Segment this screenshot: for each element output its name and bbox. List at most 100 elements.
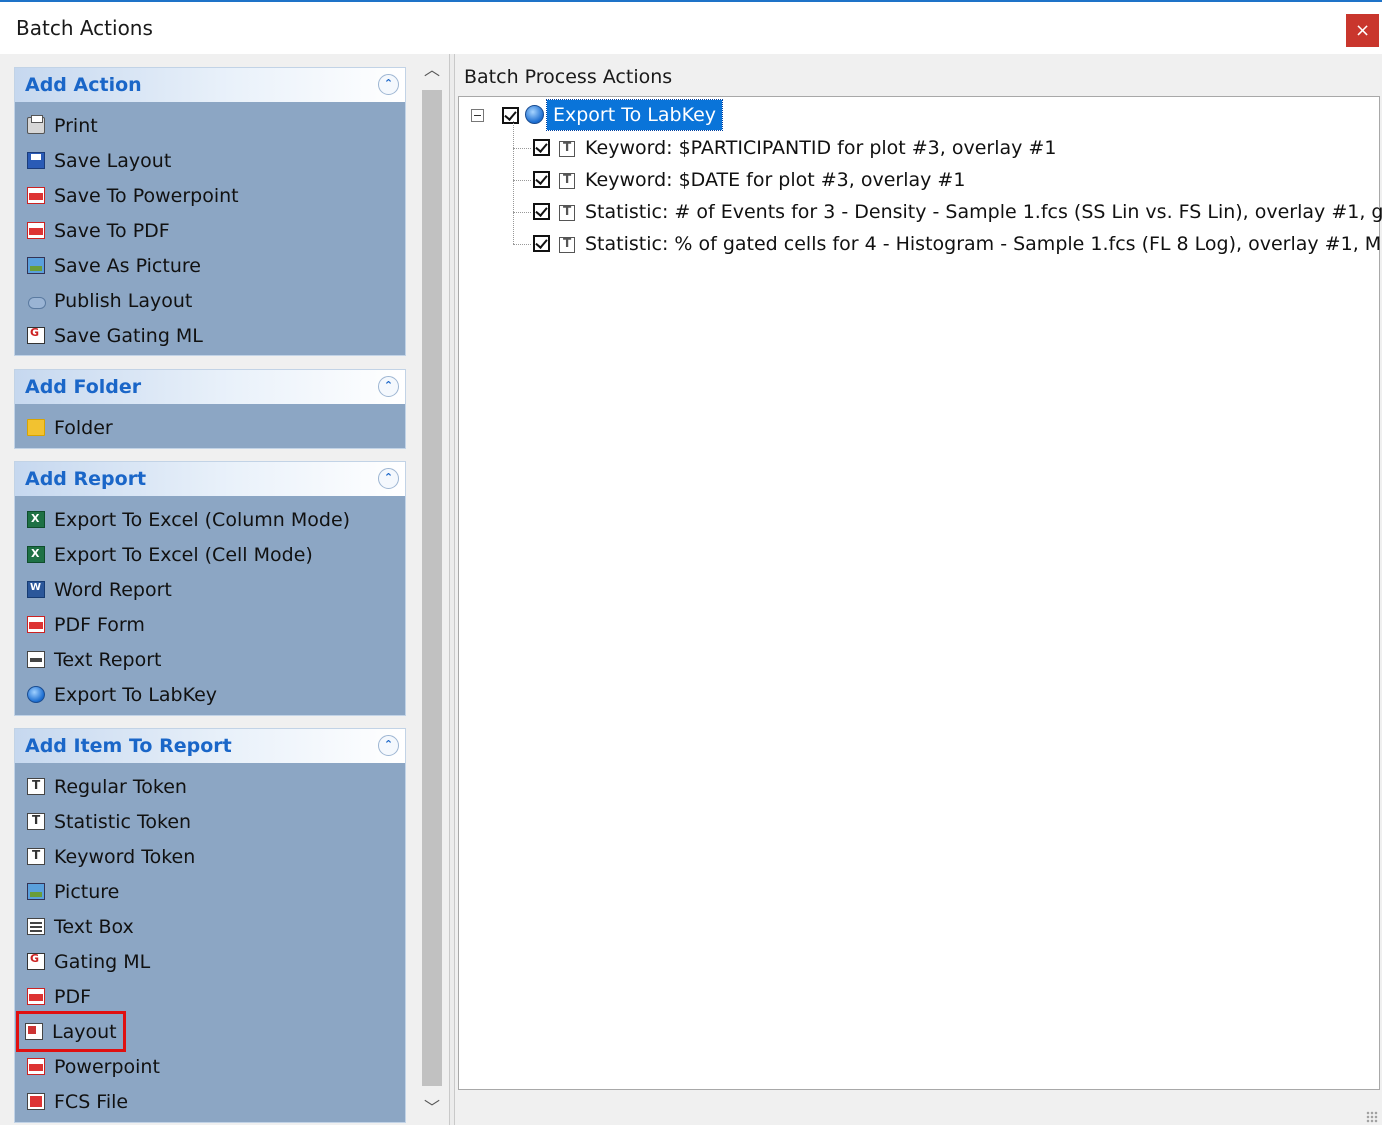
pdf-icon: [27, 222, 45, 239]
tree-connector: [513, 148, 531, 149]
item-label: PDF: [54, 985, 92, 1008]
gating-ml-icon: [27, 326, 45, 344]
item-label: Export To Excel (Column Mode): [54, 508, 351, 531]
panel-add-item-to-report: Add Item To Report ⌃ Regular Token Stati…: [14, 728, 406, 1123]
tree-child-item[interactable]: Keyword: $DATE for plot #3, overlay #1: [585, 166, 965, 194]
collapse-toggle-icon[interactable]: [471, 109, 484, 122]
tree-connector: [513, 212, 531, 213]
text-box-icon: [27, 918, 45, 935]
folder-icon: [27, 419, 45, 436]
gating-ml-icon: [27, 952, 45, 970]
collapse-icon[interactable]: ⌃: [378, 735, 399, 756]
pdf-icon: [27, 988, 45, 1005]
child-checkbox[interactable]: [533, 139, 550, 156]
item-label: Export To Excel (Cell Mode): [54, 543, 313, 566]
item-text-box[interactable]: Text Box: [15, 909, 405, 944]
token-icon: [559, 204, 575, 221]
item-gating-ml[interactable]: Gating ML: [15, 944, 405, 979]
item-powerpoint[interactable]: Powerpoint: [15, 1049, 405, 1084]
report-text[interactable]: Text Report: [15, 642, 405, 677]
batch-actions-window: Batch Actions × Add Action ⌃ Print Save …: [0, 0, 1382, 1125]
action-save-layout[interactable]: Save Layout: [15, 143, 405, 178]
pdf-icon: [27, 616, 45, 633]
resize-grip-icon[interactable]: [1366, 1111, 1378, 1123]
panel-title: Add Report: [25, 468, 147, 490]
item-regular-token[interactable]: Regular Token: [15, 769, 405, 804]
panel-title: Add Action: [25, 74, 142, 96]
item-picture[interactable]: Picture: [15, 874, 405, 909]
report-pdf-form[interactable]: PDF Form: [15, 607, 405, 642]
chevron-down-icon[interactable]: ﹀: [418, 1094, 446, 1122]
tree-child-item[interactable]: Statistic: % of gated cells for 4 - Hist…: [585, 230, 1382, 258]
item-keyword-token[interactable]: Keyword Token: [15, 839, 405, 874]
excel-icon: [27, 511, 45, 528]
token-icon: [559, 236, 575, 253]
save-icon: [27, 152, 45, 169]
picture-icon: [27, 257, 45, 274]
item-label: Keyword Token: [54, 845, 196, 868]
close-button[interactable]: ×: [1346, 14, 1379, 47]
token-icon: [559, 140, 575, 157]
token-icon: [27, 848, 45, 865]
excel-icon: [27, 546, 45, 563]
item-label: Text Box: [54, 915, 134, 938]
action-save-as-picture[interactable]: Save As Picture: [15, 248, 405, 283]
item-label: Export To LabKey: [54, 683, 218, 706]
item-fcs-file[interactable]: FCS File: [15, 1084, 405, 1119]
child-checkbox[interactable]: [533, 235, 550, 252]
powerpoint-icon: [27, 187, 45, 204]
printer-icon: [27, 115, 45, 134]
item-label: Statistic Token: [54, 810, 192, 833]
tree-connector: [513, 180, 531, 181]
tree-child-item[interactable]: Keyword: $PARTICIPANTID for plot #3, ove…: [585, 134, 1056, 162]
window-title: Batch Actions: [16, 16, 153, 40]
child-checkbox[interactable]: [533, 203, 550, 220]
action-folder[interactable]: Folder: [15, 410, 405, 445]
panel-title: Add Folder: [25, 376, 142, 398]
labkey-icon: [27, 686, 45, 703]
action-print[interactable]: Print: [15, 108, 405, 143]
root-checkbox[interactable]: [502, 107, 519, 124]
panel-add-action: Add Action ⌃ Print Save Layout Save To P…: [14, 67, 406, 356]
tree-root-export-labkey[interactable]: Export To LabKey: [545, 99, 724, 131]
item-label: Save Gating ML: [54, 324, 203, 347]
title-bar: Batch Actions ×: [0, 2, 1382, 54]
action-save-to-pdf[interactable]: Save To PDF: [15, 213, 405, 248]
report-word[interactable]: Word Report: [15, 572, 405, 607]
item-statistic-token[interactable]: Statistic Token: [15, 804, 405, 839]
panel-title: Add Item To Report: [25, 735, 232, 757]
action-publish-layout[interactable]: Publish Layout: [15, 283, 405, 318]
item-label: Save To PDF: [54, 219, 170, 242]
item-label: Save To Powerpoint: [54, 184, 239, 207]
palette-scrollbar[interactable]: ︿ ﹀: [418, 54, 446, 1125]
report-excel-column[interactable]: Export To Excel (Column Mode): [15, 502, 405, 537]
panel-add-report: Add Report ⌃ Export To Excel (Column Mod…: [14, 461, 406, 716]
collapse-icon[interactable]: ⌃: [378, 376, 399, 397]
item-label: Gating ML: [54, 950, 151, 973]
collapse-icon[interactable]: ⌃: [378, 468, 399, 489]
action-save-to-powerpoint[interactable]: Save To Powerpoint: [15, 178, 405, 213]
item-label: Regular Token: [54, 775, 187, 798]
panel-header[interactable]: Add Item To Report ⌃: [15, 729, 405, 763]
actions-tree[interactable]: Export To LabKey Keyword: $PARTICIPANTID…: [458, 96, 1382, 1090]
item-layout[interactable]: Layout: [16, 1011, 126, 1052]
scroll-thumb[interactable]: [422, 90, 442, 1086]
action-save-gating-ml[interactable]: Save Gating ML: [15, 318, 405, 353]
word-icon: [27, 581, 45, 598]
report-export-labkey[interactable]: Export To LabKey: [15, 677, 405, 712]
item-pdf[interactable]: PDF: [15, 979, 405, 1014]
panel-header[interactable]: Add Folder ⌃: [15, 370, 405, 404]
child-checkbox[interactable]: [533, 171, 550, 188]
tree-child-item[interactable]: Statistic: # of Events for 3 - Density -…: [585, 198, 1382, 226]
fcs-file-icon: [27, 1093, 45, 1110]
panel-header[interactable]: Add Report ⌃: [15, 462, 405, 496]
tree-connector: [513, 121, 514, 244]
item-label: Save As Picture: [54, 254, 201, 277]
collapse-icon[interactable]: ⌃: [378, 74, 399, 95]
chevron-up-icon[interactable]: ︿: [418, 56, 446, 84]
panel-header[interactable]: Add Action ⌃: [15, 68, 405, 102]
text-file-icon: [27, 651, 45, 668]
cloud-upload-icon: [27, 292, 46, 309]
report-excel-cell[interactable]: Export To Excel (Cell Mode): [15, 537, 405, 572]
item-label: Save Layout: [54, 149, 172, 172]
